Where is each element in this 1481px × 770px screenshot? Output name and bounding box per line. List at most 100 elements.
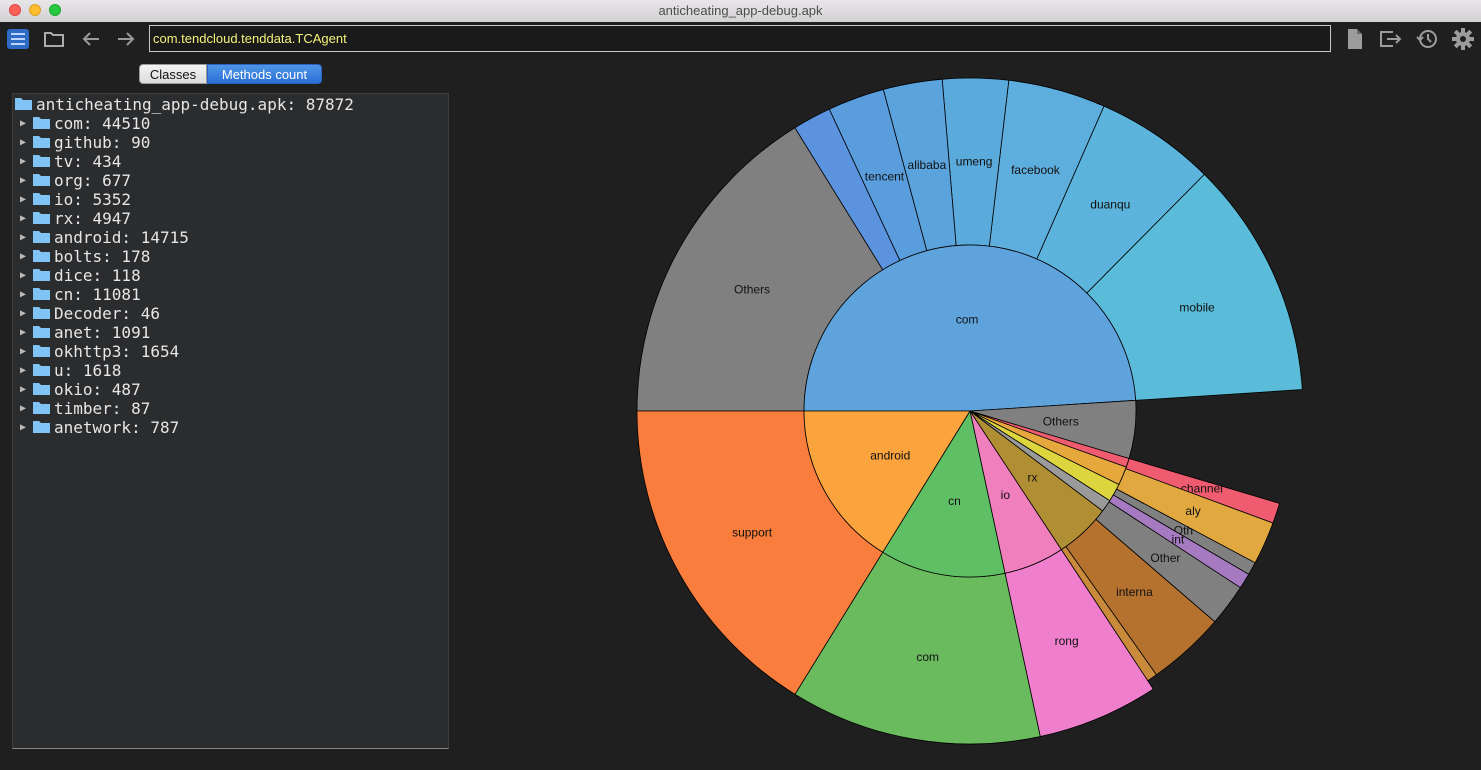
- tree-item-label: okhttp3: 1654: [54, 342, 180, 361]
- gear-icon[interactable]: [1450, 26, 1476, 52]
- folder-icon: [33, 418, 50, 437]
- expand-arrow-icon[interactable]: ▶: [13, 403, 33, 414]
- package-tree[interactable]: anticheating_app-debug.apk: 87872 ▶ com: …: [12, 93, 449, 749]
- tree-item[interactable]: ▶ anetwork: 787: [13, 418, 179, 437]
- folder-icon: [33, 399, 50, 418]
- inner-slice-label: rx: [1027, 471, 1037, 485]
- folder-icon: [33, 114, 50, 133]
- tree-item-label: rx: 4947: [54, 209, 132, 228]
- tree-item-label: org: 677: [54, 171, 132, 190]
- tree-item[interactable]: ▶ okio: 487: [13, 380, 141, 399]
- tree-item-label: anet: 1091: [54, 323, 151, 342]
- folder-icon: [33, 266, 50, 285]
- folder-icon: [33, 152, 50, 171]
- expand-arrow-icon[interactable]: ▶: [13, 118, 33, 129]
- tree-item[interactable]: ▶ github: 90: [13, 133, 150, 152]
- folder-icon: [33, 190, 50, 209]
- tree-item[interactable]: ▶ bolts: 178: [13, 247, 150, 266]
- outer-slice-label: interna: [1116, 585, 1153, 599]
- tree-root-label: anticheating_app-debug.apk: 87872: [36, 95, 354, 114]
- tree-item-label: timber: 87: [54, 399, 151, 418]
- outer-slice-label: facebook: [1011, 163, 1061, 177]
- expand-arrow-icon[interactable]: ▶: [13, 251, 33, 262]
- search-input[interactable]: [150, 26, 1330, 51]
- folder-icon: [33, 380, 50, 399]
- tree-item[interactable]: ▶ org: 677: [13, 171, 131, 190]
- folder-icon: [33, 342, 50, 361]
- outer-slice-label: tencent: [865, 170, 905, 184]
- expand-arrow-icon[interactable]: ▶: [13, 422, 33, 433]
- tab-methods-count[interactable]: Methods count: [207, 64, 322, 84]
- export-icon[interactable]: [1377, 26, 1403, 52]
- outer-slice-label: mobile: [1179, 301, 1215, 315]
- folder-icon: [15, 95, 32, 114]
- expand-arrow-icon[interactable]: ▶: [13, 384, 33, 395]
- tree-item[interactable]: ▶ cn: 11081: [13, 285, 141, 304]
- tree-item-label: anetwork: 787: [54, 418, 180, 437]
- folder-icon: [33, 361, 50, 380]
- tree-item-label: com: 44510: [54, 114, 151, 133]
- toolbar: [0, 22, 1481, 58]
- folder-open-icon[interactable]: [41, 26, 67, 52]
- tree-item[interactable]: ▶ tv: 434: [13, 152, 121, 171]
- tree-item[interactable]: ▶ Decoder: 46: [13, 304, 160, 323]
- outer-slice-label: Others: [734, 283, 770, 297]
- folder-icon: [33, 304, 50, 323]
- tree-item-label: Decoder: 46: [54, 304, 160, 323]
- search-box[interactable]: [149, 25, 1331, 52]
- title-bar: anticheating_app-debug.apk: [0, 0, 1481, 23]
- tree-item[interactable]: ▶ android: 14715: [13, 228, 189, 247]
- expand-arrow-icon[interactable]: ▶: [13, 194, 33, 205]
- tree-item[interactable]: ▶ timber: 87: [13, 399, 150, 418]
- expand-arrow-icon[interactable]: ▶: [13, 365, 33, 376]
- folder-icon: [33, 285, 50, 304]
- expand-arrow-icon[interactable]: ▶: [13, 137, 33, 148]
- expand-arrow-icon[interactable]: ▶: [13, 346, 33, 357]
- folder-icon: [33, 323, 50, 342]
- expand-arrow-icon[interactable]: ▶: [13, 270, 33, 281]
- tree-root[interactable]: anticheating_app-debug.apk: 87872: [15, 95, 354, 114]
- expand-arrow-icon[interactable]: ▶: [13, 308, 33, 319]
- tree-item-label: okio: 487: [54, 380, 141, 399]
- folder-icon: [33, 171, 50, 190]
- folder-icon: [33, 209, 50, 228]
- back-arrow-icon[interactable]: [78, 26, 104, 52]
- list-view-icon[interactable]: [5, 26, 31, 52]
- history-icon[interactable]: [1414, 26, 1440, 52]
- expand-arrow-icon[interactable]: ▶: [13, 213, 33, 224]
- outer-slice-label: duanqu: [1090, 198, 1130, 212]
- folder-icon: [33, 228, 50, 247]
- tree-item[interactable]: ▶ com: 44510: [13, 114, 150, 133]
- tree-item[interactable]: ▶ rx: 4947: [13, 209, 131, 228]
- tree-item[interactable]: ▶ okhttp3: 1654: [13, 342, 179, 361]
- tree-item[interactable]: ▶ dice: 118: [13, 266, 141, 285]
- expand-arrow-icon[interactable]: ▶: [13, 175, 33, 186]
- document-icon[interactable]: [1342, 26, 1368, 52]
- inner-slice-label: com: [956, 313, 979, 327]
- tree-item-label: dice: 118: [54, 266, 141, 285]
- tree-item-label: tv: 434: [54, 152, 122, 171]
- expand-arrow-icon[interactable]: ▶: [13, 327, 33, 338]
- tree-item-label: android: 14715: [54, 228, 189, 247]
- outer-slice-label: rong: [1055, 634, 1079, 648]
- methods-sunburst-chart: mobile duanqu facebook umeng alibaba tencent O…: [455, 58, 1481, 765]
- inner-slice-label: android: [870, 448, 910, 462]
- sunburst-svg: mobile duanqu facebook umeng alibabatencent O…: [636, 77, 1303, 745]
- outer-slice-label: Other: [1150, 551, 1180, 565]
- outer-slice-label: alibaba: [908, 158, 947, 172]
- tree-item[interactable]: ▶ anet: 1091: [13, 323, 150, 342]
- inner-slice-label: io: [1001, 488, 1011, 502]
- tree-item-label: u: 1618: [54, 361, 122, 380]
- expand-arrow-icon[interactable]: ▶: [13, 232, 33, 243]
- outer-slice-label: support: [732, 526, 773, 540]
- window-title: anticheating_app-debug.apk: [658, 3, 823, 18]
- forward-arrow-icon[interactable]: [113, 26, 139, 52]
- tree-item-label: bolts: 178: [54, 247, 151, 266]
- tree-item[interactable]: ▶ io: 5352: [13, 190, 131, 209]
- tree-item-label: io: 5352: [54, 190, 132, 209]
- tree-item[interactable]: ▶ u: 1618: [13, 361, 121, 380]
- expand-arrow-icon[interactable]: ▶: [13, 156, 33, 167]
- outer-slice-label: com: [916, 650, 939, 664]
- expand-arrow-icon[interactable]: ▶: [13, 289, 33, 300]
- tab-classes[interactable]: Classes: [139, 64, 207, 84]
